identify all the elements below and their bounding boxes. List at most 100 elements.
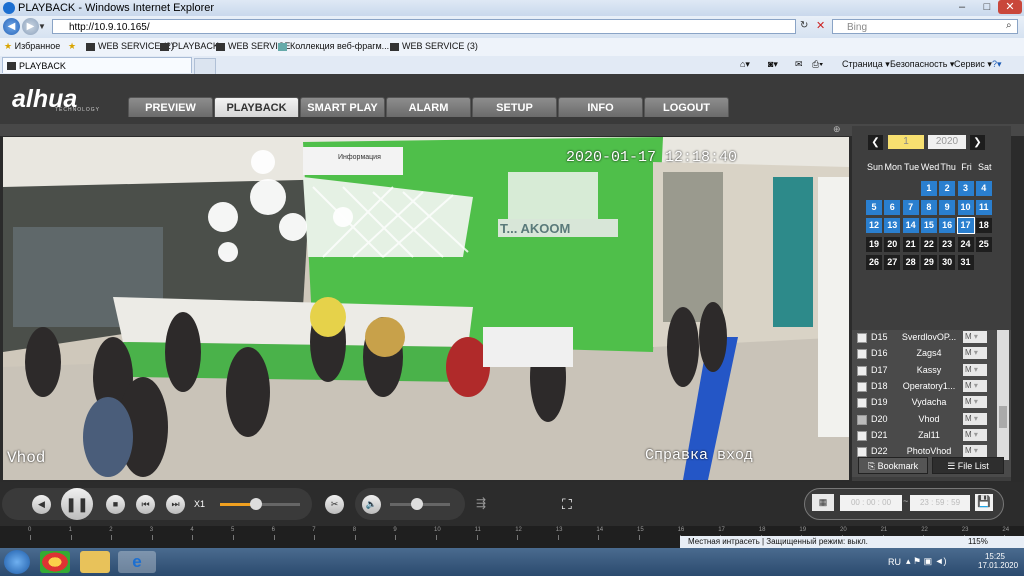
calendar-day[interactable]: 18 <box>975 218 992 233</box>
calendar-day[interactable]: 17 <box>956 217 975 234</box>
calendar-day[interactable]: 6 <box>884 199 901 215</box>
stream-mode-select[interactable]: M ▾ <box>963 363 987 376</box>
channel-row[interactable]: D20 Vhod M ▾ <box>857 412 993 427</box>
channel-checkbox[interactable] <box>857 430 867 441</box>
calendar-day[interactable]: 14 <box>902 218 919 233</box>
back-button[interactable]: ◀ <box>3 18 20 35</box>
home-icon[interactable]: ⌂▾ <box>740 59 750 70</box>
channel-checkbox[interactable] <box>857 333 867 343</box>
chrome-icon[interactable] <box>40 551 70 573</box>
stream-mode-select[interactable]: M ▾ <box>963 445 987 458</box>
calendar-day[interactable]: 12 <box>866 218 882 233</box>
calendar-day[interactable]: 3 <box>957 181 974 196</box>
bookmark-button[interactable]: ⎘ Bookmark <box>858 457 928 474</box>
mail-icon[interactable]: ✉ <box>795 59 803 70</box>
stream-mode-select[interactable]: M ▾ <box>963 331 987 343</box>
tab-playback[interactable]: PLAYBACK <box>2 57 192 73</box>
year-field[interactable]: 2020 <box>928 135 966 149</box>
clock[interactable]: 15:25 17.01.2020 <box>978 552 1018 570</box>
search-icon[interactable]: ⌕ <box>1006 20 1012 31</box>
channel-row[interactable]: D17 Kassy M ▾ <box>857 363 993 378</box>
feeds-icon[interactable]: ◙▾ <box>768 59 778 70</box>
channel-row[interactable]: D21 Zal11 M ▾ <box>857 428 993 443</box>
month-field[interactable]: 1 <box>888 135 924 149</box>
calendar-day[interactable]: 30 <box>939 255 956 270</box>
channel-checkbox[interactable] <box>857 447 867 458</box>
sync-play-icon[interactable]: ⇶ <box>476 496 486 510</box>
video-playback-view[interactable]: T... AKOOM Информация 2020-01-17 12:18:4… <box>3 137 849 480</box>
calendar-day[interactable]: 26 <box>866 255 882 270</box>
search-input[interactable]: Bing <box>832 19 1018 34</box>
close-window-button[interactable]: ✕ <box>998 0 1022 14</box>
channel-checkbox[interactable] <box>857 349 867 360</box>
calendar-day[interactable]: 4 <box>975 181 992 196</box>
minimize-button[interactable]: – <box>950 0 974 14</box>
frame-forward-button[interactable]: ⏭ <box>166 495 185 514</box>
favorite-link-4[interactable]: Коллекция веб-фрагм... ▾ <box>278 41 396 52</box>
calendar-day[interactable]: 27 <box>884 255 901 270</box>
tab-playback[interactable]: PLAYBACK <box>214 97 299 117</box>
fullscreen-icon[interactable]: ⛶ <box>562 496 572 513</box>
channel-checkbox[interactable] <box>857 365 867 376</box>
stream-mode-select[interactable]: M ▾ <box>963 428 987 441</box>
calendar-day[interactable]: 24 <box>957 236 974 252</box>
channel-row[interactable]: D18 Operatory1... M ▾ <box>857 379 993 394</box>
forward-button[interactable]: ▶ <box>22 18 39 35</box>
print-icon[interactable]: ⎙▾ <box>812 59 823 70</box>
calendar-day[interactable]: 7 <box>902 199 919 215</box>
tab-logout[interactable]: LOGOUT <box>644 97 729 117</box>
stream-mode-select[interactable]: M ▾ <box>963 412 987 425</box>
language-indicator[interactable]: RU <box>888 557 901 567</box>
video-clip-icon[interactable]: ▦ <box>812 494 834 511</box>
calendar-day[interactable]: 23 <box>939 236 956 252</box>
add-favorite-icon[interactable]: ★ <box>68 41 76 52</box>
zoom-icon[interactable]: ⊕ <box>833 124 841 135</box>
calendar-day[interactable]: 25 <box>975 236 992 252</box>
tab-smart-play[interactable]: SMART PLAY <box>300 97 385 117</box>
play-backward-button[interactable]: ◀ <box>32 495 51 514</box>
stop-icon[interactable]: ✕ <box>816 19 825 32</box>
tray-icons[interactable]: ▴ ⚑ ▣ ◄) <box>906 556 947 567</box>
calendar-day[interactable]: 20 <box>884 236 901 252</box>
favorite-link-5[interactable]: WEB SERVICE (3) <box>390 41 478 51</box>
frame-back-button[interactable]: ⏮ <box>136 495 155 514</box>
channel-checkbox[interactable] <box>857 398 867 409</box>
favorite-link-2[interactable]: PLAYBACK <box>160 41 219 51</box>
pause-button[interactable]: ❚❚ <box>61 488 93 520</box>
favorites-button[interactable]: ★ Избранное <box>4 41 60 52</box>
volume-icon[interactable]: 🔈 <box>362 495 381 514</box>
zoom-level[interactable]: 115% <box>968 536 988 548</box>
maximize-button[interactable]: □ <box>975 0 999 14</box>
next-month-button[interactable]: ❯ <box>970 135 985 150</box>
history-dropdown-icon[interactable]: ▼ <box>38 22 46 31</box>
calendar-day[interactable]: 31 <box>957 255 974 270</box>
volume-slider-handle[interactable] <box>411 498 423 510</box>
start-time-input[interactable]: 00 : 00 : 00 <box>840 495 902 511</box>
stop-button[interactable]: ■ <box>106 495 125 514</box>
explorer-icon[interactable] <box>80 551 110 573</box>
page-menu[interactable]: Страница ▾ <box>842 59 890 70</box>
calendar-day[interactable]: 1 <box>920 181 937 196</box>
ie-taskbar-icon[interactable]: e <box>118 551 156 573</box>
channel-list-scrollbar[interactable] <box>997 330 1009 460</box>
channel-row[interactable]: D16 Zags4 M ▾ <box>857 346 993 361</box>
calendar-day[interactable]: 11 <box>975 199 992 215</box>
calendar-day[interactable]: 22 <box>920 236 937 252</box>
url-input[interactable]: http://10.9.10.165/ <box>52 19 796 34</box>
calendar-day[interactable]: 19 <box>866 236 882 252</box>
new-tab-button[interactable] <box>194 58 216 75</box>
channel-row[interactable]: D15 SverdlovOP... M ▾ <box>857 330 993 345</box>
calendar-day[interactable]: 15 <box>920 218 937 233</box>
file-list-button[interactable]: ☰ File List <box>932 457 1004 474</box>
channel-checkbox[interactable] <box>857 381 867 392</box>
stream-mode-select[interactable]: M ▾ <box>963 347 987 360</box>
channel-row[interactable]: D19 Vydacha M ▾ <box>857 395 993 410</box>
tab-setup[interactable]: SETUP <box>472 97 557 117</box>
stream-mode-select[interactable]: M ▾ <box>963 379 987 392</box>
tools-menu[interactable]: Сервис ▾ <box>954 59 992 70</box>
calendar-day[interactable]: 21 <box>902 236 919 252</box>
tab-alarm[interactable]: ALARM <box>386 97 471 117</box>
calendar-day[interactable]: 5 <box>866 199 882 215</box>
stream-mode-select[interactable]: M ▾ <box>963 396 987 409</box>
calendar-day[interactable]: 10 <box>957 199 974 215</box>
